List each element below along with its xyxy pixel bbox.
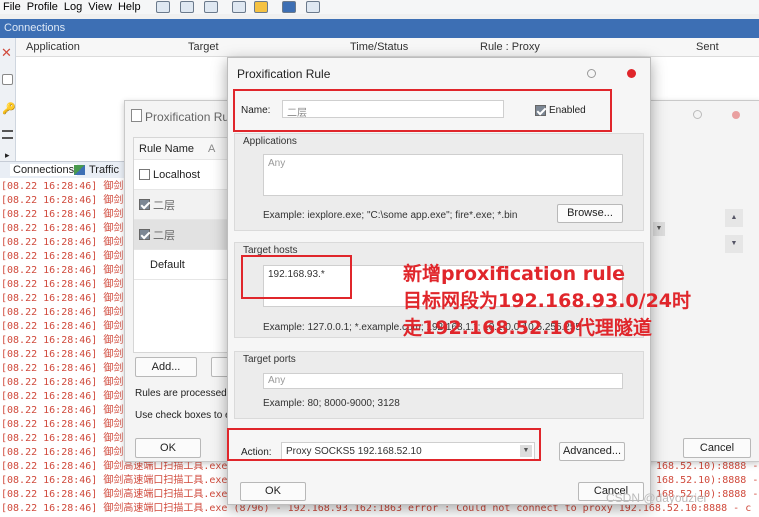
col-rule-name[interactable]: Rule Name bbox=[139, 143, 194, 155]
toolbar-folder-icon[interactable] bbox=[253, 1, 268, 13]
rules-checkbox-text: Use check boxes to ena bbox=[135, 410, 242, 421]
toolbar-page-icon[interactable] bbox=[231, 1, 246, 13]
annotation-box-action bbox=[227, 428, 541, 461]
add-rule-button[interactable]: Add... bbox=[135, 357, 197, 377]
restore-icon[interactable] bbox=[587, 69, 596, 78]
browse-button[interactable]: Browse... bbox=[557, 204, 623, 223]
rules-cancel-button[interactable]: Cancel bbox=[683, 438, 751, 458]
toolbar-save-icon[interactable] bbox=[155, 1, 170, 13]
toolbar-search-icon[interactable] bbox=[203, 1, 218, 13]
tab-connections[interactable]: Connections bbox=[10, 164, 78, 176]
block-icon[interactable] bbox=[2, 74, 13, 85]
expand-arrow-icon[interactable]: ▸ bbox=[5, 150, 10, 161]
left-toolbar: ✕ 🔑 ▸ bbox=[0, 38, 16, 163]
close-icon[interactable]: ✕ bbox=[1, 45, 12, 61]
close-dot-icon[interactable] bbox=[732, 111, 740, 119]
log-tail: 168.52.10):8888 - c bbox=[656, 461, 759, 472]
target-ports-input[interactable]: Any bbox=[263, 373, 623, 389]
menu-file[interactable]: File bbox=[0, 1, 24, 13]
rule-enabled-checkbox[interactable] bbox=[139, 229, 150, 240]
rules-table: Rule Name A Localhost 二层 二层 Default bbox=[133, 137, 233, 353]
applications-hint: Example: iexplore.exe; "C:\some app.exe"… bbox=[263, 210, 518, 221]
applications-label: Applications bbox=[243, 136, 297, 147]
rule-row-layer2-selected[interactable]: 二层 bbox=[134, 220, 232, 250]
menu-help[interactable]: Help bbox=[115, 1, 144, 13]
menu-log[interactable]: Log bbox=[61, 1, 85, 13]
col-a[interactable]: A bbox=[208, 143, 215, 155]
annotation-box-name bbox=[233, 89, 612, 132]
connections-header: Application Target Time/Status Rule : Pr… bbox=[16, 38, 759, 57]
applications-input[interactable]: Any bbox=[263, 154, 623, 196]
advanced-button[interactable]: Advanced... bbox=[559, 442, 625, 461]
log-tail: 168.52.10):8888 - c bbox=[656, 475, 759, 486]
menu-profile[interactable]: Profile bbox=[24, 1, 61, 13]
traffic-icon bbox=[74, 165, 85, 175]
dropdown-arrow-icon[interactable]: ▼ bbox=[653, 222, 665, 236]
applications-group: Applications Any Example: iexplore.exe; … bbox=[234, 133, 644, 231]
annotation-line-2: 目标网段为192.168.93.0/24时 bbox=[403, 290, 692, 312]
rule-name: Default bbox=[150, 258, 185, 271]
target-ports-hint: Example: 80; 8000-9000; 3128 bbox=[263, 398, 400, 409]
rule-name: 二层 bbox=[153, 229, 175, 242]
connections-panel-title: Connections bbox=[0, 19, 759, 38]
rule-enabled-checkbox[interactable] bbox=[139, 199, 150, 210]
ok-button[interactable]: OK bbox=[240, 482, 306, 501]
rule-row-localhost[interactable]: Localhost bbox=[134, 160, 232, 190]
col-sent[interactable]: Sent bbox=[696, 41, 719, 53]
close-dot-icon[interactable] bbox=[627, 69, 636, 78]
rule-enabled-checkbox[interactable] bbox=[139, 169, 150, 180]
toolbar-config-icon[interactable] bbox=[305, 1, 320, 13]
annotation-box-target-hosts bbox=[241, 255, 352, 299]
restore-icon[interactable] bbox=[693, 110, 702, 119]
col-time-status[interactable]: Time/Status bbox=[350, 41, 408, 53]
target-ports-group: Target ports Any Example: 80; 8000-9000;… bbox=[234, 351, 644, 419]
rules-table-header: Rule Name A bbox=[134, 138, 232, 160]
toolbar-disk-icon[interactable] bbox=[281, 1, 296, 13]
rule-row-layer2[interactable]: 二层 bbox=[134, 190, 232, 220]
rules-dialog-title: Proxification Rul bbox=[145, 110, 232, 124]
watermark: CSDN @dayouziei bbox=[606, 491, 707, 505]
move-down-icon[interactable]: ▼ bbox=[725, 235, 743, 253]
rule-name: Localhost bbox=[153, 168, 201, 181]
list-icon[interactable] bbox=[2, 130, 13, 139]
rules-ok-button[interactable]: OK bbox=[135, 438, 201, 458]
target-ports-label: Target ports bbox=[243, 354, 296, 365]
menu-view[interactable]: View bbox=[85, 1, 115, 13]
key-icon[interactable]: 🔑 bbox=[2, 102, 16, 115]
annotation-line-1: 新增proxification rule bbox=[403, 263, 626, 285]
col-target[interactable]: Target bbox=[188, 41, 219, 53]
tab-traffic[interactable]: Traffic bbox=[89, 164, 119, 176]
rule-name: 二层 bbox=[153, 199, 175, 212]
bottom-tabs: Connections Traffic bbox=[0, 161, 130, 178]
move-up-icon[interactable]: ▲ bbox=[725, 209, 743, 227]
rule-dialog-title: Proxification Rule bbox=[237, 67, 331, 81]
rules-processed-text: Rules are processed fro bbox=[135, 388, 242, 399]
toolbar-document-icon[interactable] bbox=[179, 1, 194, 13]
menu-bar: File Profile Log View Help bbox=[0, 0, 759, 14]
annotation-line-3: 走192.168.52.10代理隧道 bbox=[403, 317, 652, 339]
col-application[interactable]: Application bbox=[26, 41, 80, 53]
col-rule-proxy[interactable]: Rule : Proxy bbox=[480, 41, 540, 53]
rules-dialog-icon bbox=[131, 109, 142, 122]
rule-row-default[interactable]: Default bbox=[134, 250, 232, 280]
